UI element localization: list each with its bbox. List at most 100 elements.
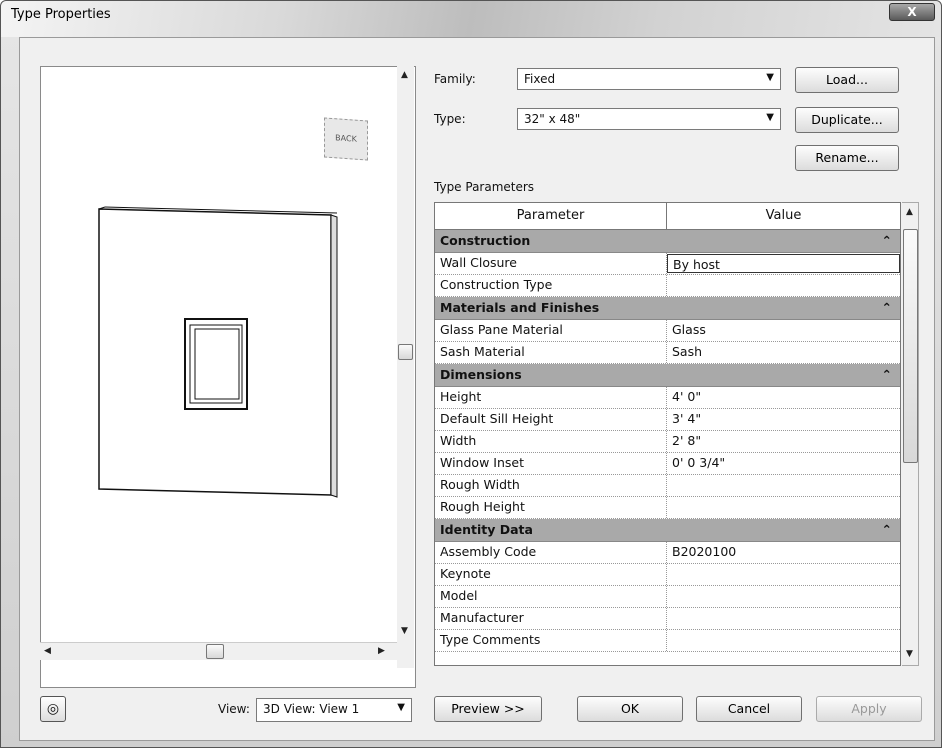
group-name: Construction bbox=[440, 233, 531, 248]
collapse-icon[interactable]: ⌃ bbox=[882, 522, 892, 541]
group-name: Identity Data bbox=[440, 522, 533, 537]
scroll-up-icon[interactable]: ▲ bbox=[906, 207, 913, 217]
scroll-down-icon[interactable]: ▼ bbox=[401, 626, 408, 636]
family-value: Fixed bbox=[524, 72, 556, 86]
table-row[interactable]: Glass Pane Material Glass bbox=[435, 320, 900, 342]
scroll-down-icon[interactable]: ▼ bbox=[906, 649, 913, 659]
type-dropdown[interactable]: 32" x 48" ▼ bbox=[517, 108, 781, 130]
collapse-icon[interactable]: ⌃ bbox=[882, 233, 892, 252]
value-cell[interactable] bbox=[667, 608, 900, 629]
table-row[interactable]: Rough Width bbox=[435, 475, 900, 497]
value-cell[interactable] bbox=[667, 475, 900, 496]
table-group-header[interactable]: Dimensions ⌃ bbox=[435, 364, 900, 387]
chevron-down-icon: ▼ bbox=[766, 72, 774, 83]
table-group-header[interactable]: Construction ⌃ bbox=[435, 230, 900, 253]
table-group-header[interactable]: Identity Data ⌃ bbox=[435, 519, 900, 542]
group-name: Dimensions bbox=[440, 367, 522, 382]
table-row[interactable]: Type Comments bbox=[435, 630, 900, 652]
parameter-cell: Model bbox=[435, 586, 667, 607]
value-cell[interactable] bbox=[667, 275, 900, 296]
window-3d-preview bbox=[98, 206, 338, 498]
value-cell[interactable]: By host bbox=[667, 254, 900, 273]
preview-pane[interactable]: BACK bbox=[40, 66, 416, 688]
scroll-right-icon[interactable]: ▶ bbox=[378, 646, 385, 656]
type-label: Type: bbox=[434, 112, 466, 126]
close-button[interactable]: X bbox=[889, 3, 935, 21]
parameter-cell: Type Comments bbox=[435, 630, 667, 651]
parameter-cell: Width bbox=[435, 431, 667, 452]
table-header: Parameter Value bbox=[435, 203, 900, 230]
group-name: Materials and Finishes bbox=[440, 300, 600, 315]
value-cell[interactable] bbox=[667, 497, 900, 518]
collapse-icon[interactable]: ⌃ bbox=[882, 367, 892, 386]
parameter-cell: Keynote bbox=[435, 564, 667, 585]
table-vertical-scrollbar[interactable]: ▲ ▼ bbox=[902, 202, 919, 666]
family-label: Family: bbox=[434, 72, 476, 86]
view-dropdown[interactable]: 3D View: View 1 ▼ bbox=[256, 698, 412, 722]
table-row[interactable]: Wall Closure By host bbox=[435, 253, 900, 275]
preview-vertical-scrollbar[interactable]: ▲ ▼ bbox=[397, 66, 414, 668]
title-bar: Type Properties X bbox=[1, 1, 941, 37]
view-value: 3D View: View 1 bbox=[263, 702, 360, 716]
table-row[interactable]: Sash Material Sash bbox=[435, 342, 900, 364]
rename-button[interactable]: Rename... bbox=[795, 145, 899, 171]
value-cell[interactable]: B2020100 bbox=[667, 542, 900, 563]
value-cell[interactable] bbox=[667, 586, 900, 607]
chevron-down-icon: ▼ bbox=[397, 702, 405, 713]
parameter-cell: Glass Pane Material bbox=[435, 320, 667, 341]
table-row[interactable]: Model bbox=[435, 586, 900, 608]
cancel-button[interactable]: Cancel bbox=[696, 696, 802, 722]
parameter-cell: Wall Closure bbox=[435, 253, 667, 274]
parameter-cell: Manufacturer bbox=[435, 608, 667, 629]
parameter-cell: Height bbox=[435, 387, 667, 408]
parameter-column-header: Parameter bbox=[435, 203, 667, 229]
collapse-icon[interactable]: ⌃ bbox=[882, 300, 892, 319]
table-row[interactable]: Window Inset 0' 0 3/4" bbox=[435, 453, 900, 475]
table-row[interactable]: Rough Height bbox=[435, 497, 900, 519]
value-cell[interactable]: Sash bbox=[667, 342, 900, 363]
table-row[interactable]: Default Sill Height 3' 4" bbox=[435, 409, 900, 431]
view-label: View: bbox=[218, 702, 250, 716]
table-body: Construction ⌃ Wall Closure By host Construc… bbox=[435, 230, 900, 652]
type-value: 32" x 48" bbox=[524, 112, 581, 126]
table-row[interactable]: Assembly Code B2020100 bbox=[435, 542, 900, 564]
scroll-thumb[interactable] bbox=[903, 229, 918, 463]
preview-toggle-icon[interactable]: ◎ bbox=[40, 696, 66, 722]
family-dropdown[interactable]: Fixed ▼ bbox=[517, 68, 781, 90]
table-row[interactable]: Construction Type bbox=[435, 275, 900, 297]
duplicate-button[interactable]: Duplicate... bbox=[795, 107, 899, 133]
value-cell[interactable] bbox=[667, 630, 900, 651]
value-cell[interactable]: 3' 4" bbox=[667, 409, 900, 430]
scroll-up-icon[interactable]: ▲ bbox=[401, 70, 408, 80]
apply-button[interactable]: Apply bbox=[816, 696, 922, 722]
value-cell[interactable]: Glass bbox=[667, 320, 900, 341]
value-cell[interactable]: 0' 0 3/4" bbox=[667, 453, 900, 474]
scroll-thumb[interactable] bbox=[206, 644, 224, 659]
value-cell[interactable] bbox=[667, 564, 900, 585]
load-button[interactable]: Load... bbox=[795, 67, 899, 93]
parameter-cell: Sash Material bbox=[435, 342, 667, 363]
value-column-header: Value bbox=[765, 208, 802, 223]
parameter-cell: Rough Height bbox=[435, 497, 667, 518]
table-group-header[interactable]: Materials and Finishes ⌃ bbox=[435, 297, 900, 320]
scroll-thumb[interactable] bbox=[398, 344, 413, 360]
scroll-left-icon[interactable]: ◀ bbox=[44, 646, 51, 656]
dialog-client-area: BACK ▲ ▼ ◀ ▶ Family: Fixed ▼ Load... Typ… bbox=[19, 37, 935, 741]
value-cell[interactable]: 2' 8" bbox=[667, 431, 900, 452]
table-row[interactable]: Height 4' 0" bbox=[435, 387, 900, 409]
type-properties-window: Type Properties X BACK ▲ ▼ ◀ ▶ Family: F… bbox=[0, 0, 942, 748]
window-title: Type Properties bbox=[11, 7, 111, 22]
preview-button[interactable]: Preview >> bbox=[434, 696, 542, 722]
value-cell[interactable]: 4' 0" bbox=[667, 387, 900, 408]
table-row[interactable]: Keynote bbox=[435, 564, 900, 586]
preview-horizontal-scrollbar[interactable]: ◀ ▶ bbox=[40, 642, 397, 660]
parameter-cell: Rough Width bbox=[435, 475, 667, 496]
parameter-cell: Default Sill Height bbox=[435, 409, 667, 430]
chevron-down-icon: ▼ bbox=[766, 112, 774, 123]
parameter-cell: Construction Type bbox=[435, 275, 667, 296]
table-row[interactable]: Width 2' 8" bbox=[435, 431, 900, 453]
type-parameters-label: Type Parameters bbox=[434, 180, 535, 194]
ok-button[interactable]: OK bbox=[577, 696, 683, 722]
parameter-cell: Assembly Code bbox=[435, 542, 667, 563]
table-row[interactable]: Manufacturer bbox=[435, 608, 900, 630]
